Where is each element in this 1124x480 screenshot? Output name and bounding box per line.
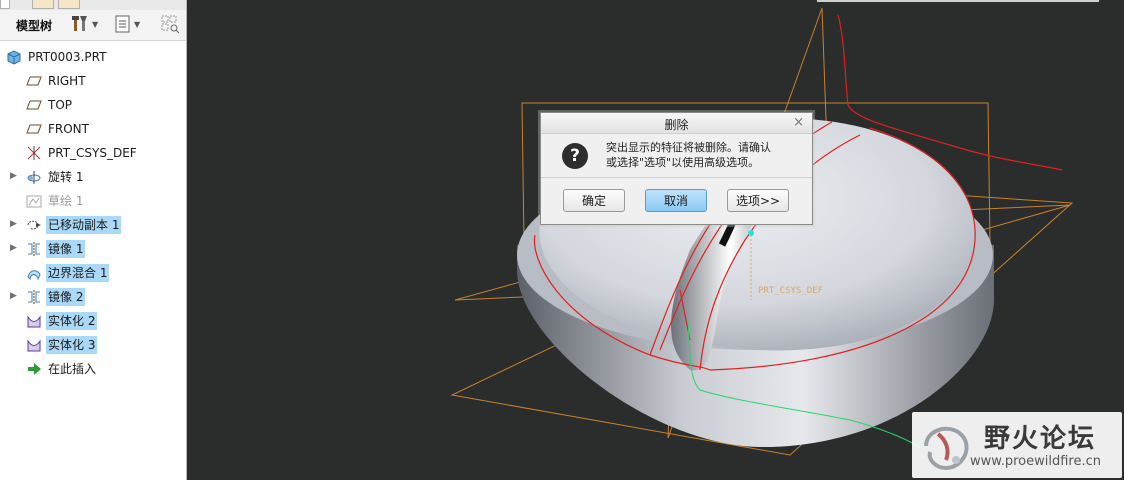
csys-icon	[26, 145, 42, 161]
tree-item[interactable]: ▶ 旋转 1	[0, 167, 186, 187]
expand-arrow-icon[interactable]: ▶	[10, 171, 17, 181]
tree-item-label: 草绘 1	[48, 194, 84, 208]
tree-item[interactable]: ▶ 镜像 2	[0, 287, 186, 307]
forum-watermark: 野火论坛 www.proewildfire.cn	[912, 412, 1122, 478]
dialog-message-line-2: 或选择"选项"以使用高级选项。	[606, 156, 760, 169]
tree-item-label: 已移动副本 1	[46, 216, 122, 234]
question-icon: ?	[562, 143, 588, 169]
list-icon	[115, 15, 130, 33]
panel-tab-folder[interactable]	[32, 0, 54, 9]
panel-tab-0[interactable]	[0, 0, 10, 9]
tree-item[interactable]: 边界混合 1	[0, 263, 186, 283]
tree-item-label: FRONT	[48, 122, 89, 136]
tools-icon	[72, 16, 87, 31]
datum-plane-icon	[26, 121, 42, 137]
tree-settings-button[interactable]: ▼	[70, 14, 98, 34]
model-tree-toolbar: 模型树 ▼ ▼	[0, 10, 186, 41]
tree-item[interactable]: PRT_CSYS_DEF	[0, 143, 186, 163]
dialog-separator	[541, 177, 812, 178]
revolve-icon	[26, 169, 42, 185]
tree-item-label: TOP	[48, 98, 73, 112]
graphics-viewport[interactable]: PRT_CSYS_DEF 删除 × ? 突出显示的特征将被删除。请确认 或选择"…	[187, 0, 1124, 480]
forum-logo-icon	[924, 426, 969, 471]
tree-item[interactable]: RIGHT	[0, 71, 186, 91]
filter-icon	[161, 15, 180, 34]
options-button[interactable]: 选项>>	[727, 189, 789, 212]
chevron-down-icon: ▼	[92, 19, 99, 29]
tree-item[interactable]: 实体化 2	[0, 311, 186, 331]
tree-filter-button[interactable]	[160, 14, 180, 34]
tree-item-label: RIGHT	[48, 74, 86, 88]
insert-here-icon	[26, 361, 42, 377]
panel-tab-favorites[interactable]	[58, 0, 80, 9]
expand-arrow-icon[interactable]: ▶	[10, 219, 17, 229]
expand-arrow-icon[interactable]: ▶	[10, 243, 17, 253]
tree-item[interactable]: 在此插入	[0, 359, 186, 379]
tree-item-label: 旋转 1	[48, 170, 84, 184]
tree-item-label: 边界混合 1	[46, 264, 110, 282]
tree-item[interactable]: 草绘 1	[0, 191, 186, 211]
tree-item-label: 镜像 1	[46, 240, 86, 258]
watermark-title: 野火论坛	[984, 424, 1097, 454]
mirror-icon	[26, 289, 42, 305]
dialog-title: 删除	[664, 118, 689, 132]
tree-item[interactable]: ▶ 镜像 1	[0, 239, 186, 259]
tree-item-label: PRT0003.PRT	[28, 50, 107, 64]
sketch-icon	[26, 193, 42, 209]
chevron-down-icon: ▼	[134, 19, 141, 29]
moved-copy-icon	[26, 217, 42, 233]
tree-item[interactable]: 实体化 3	[0, 335, 186, 355]
model-tree-title: 模型树	[16, 19, 53, 33]
model-tree-panel: 模型树 ▼ ▼ PRT0003.PRT RIGHT TOP FRONT PRT_…	[0, 0, 187, 480]
tree-item[interactable]: TOP	[0, 95, 186, 115]
tree-item-label: 镜像 2	[46, 288, 86, 306]
tree-root-item[interactable]: PRT0003.PRT	[0, 47, 186, 67]
close-icon[interactable]: ×	[793, 115, 804, 130]
watermark-url: www.proewildfire.cn	[970, 454, 1101, 469]
dialog-message: 突出显示的特征将被删除。请确认 或选择"选项"以使用高级选项。	[606, 140, 806, 170]
part-icon	[6, 49, 22, 65]
tree-show-button[interactable]: ▼	[114, 14, 140, 34]
solidify-icon	[26, 337, 42, 353]
datum-plane-icon	[26, 73, 42, 89]
model-3d-view[interactable]: PRT_CSYS_DEF	[187, 0, 1124, 480]
tree-item[interactable]: ▶ 已移动副本 1	[0, 215, 186, 235]
tree-item[interactable]: FRONT	[0, 119, 186, 139]
ok-button[interactable]: 确定	[563, 189, 625, 212]
datum-plane-icon	[26, 97, 42, 113]
csys-label: PRT_CSYS_DEF	[758, 286, 823, 296]
mirror-icon	[26, 241, 42, 257]
tree-item-label: 在此插入	[48, 362, 97, 376]
expand-arrow-icon[interactable]: ▶	[10, 291, 17, 301]
delete-dialog: 删除 × ? 突出显示的特征将被删除。请确认 或选择"选项"以使用高级选项。 确…	[540, 112, 813, 225]
dialog-message-line-1: 突出显示的特征将被删除。请确认	[606, 141, 771, 154]
cancel-button[interactable]: 取消	[645, 189, 707, 212]
tree-item-label: 实体化 2	[46, 312, 98, 330]
tree-item-label: 实体化 3	[46, 336, 98, 354]
solidify-icon	[26, 313, 42, 329]
dialog-title-bar[interactable]: 删除 ×	[541, 113, 812, 134]
boundary-blend-icon	[26, 265, 42, 281]
tree-item-label: PRT_CSYS_DEF	[48, 146, 137, 160]
